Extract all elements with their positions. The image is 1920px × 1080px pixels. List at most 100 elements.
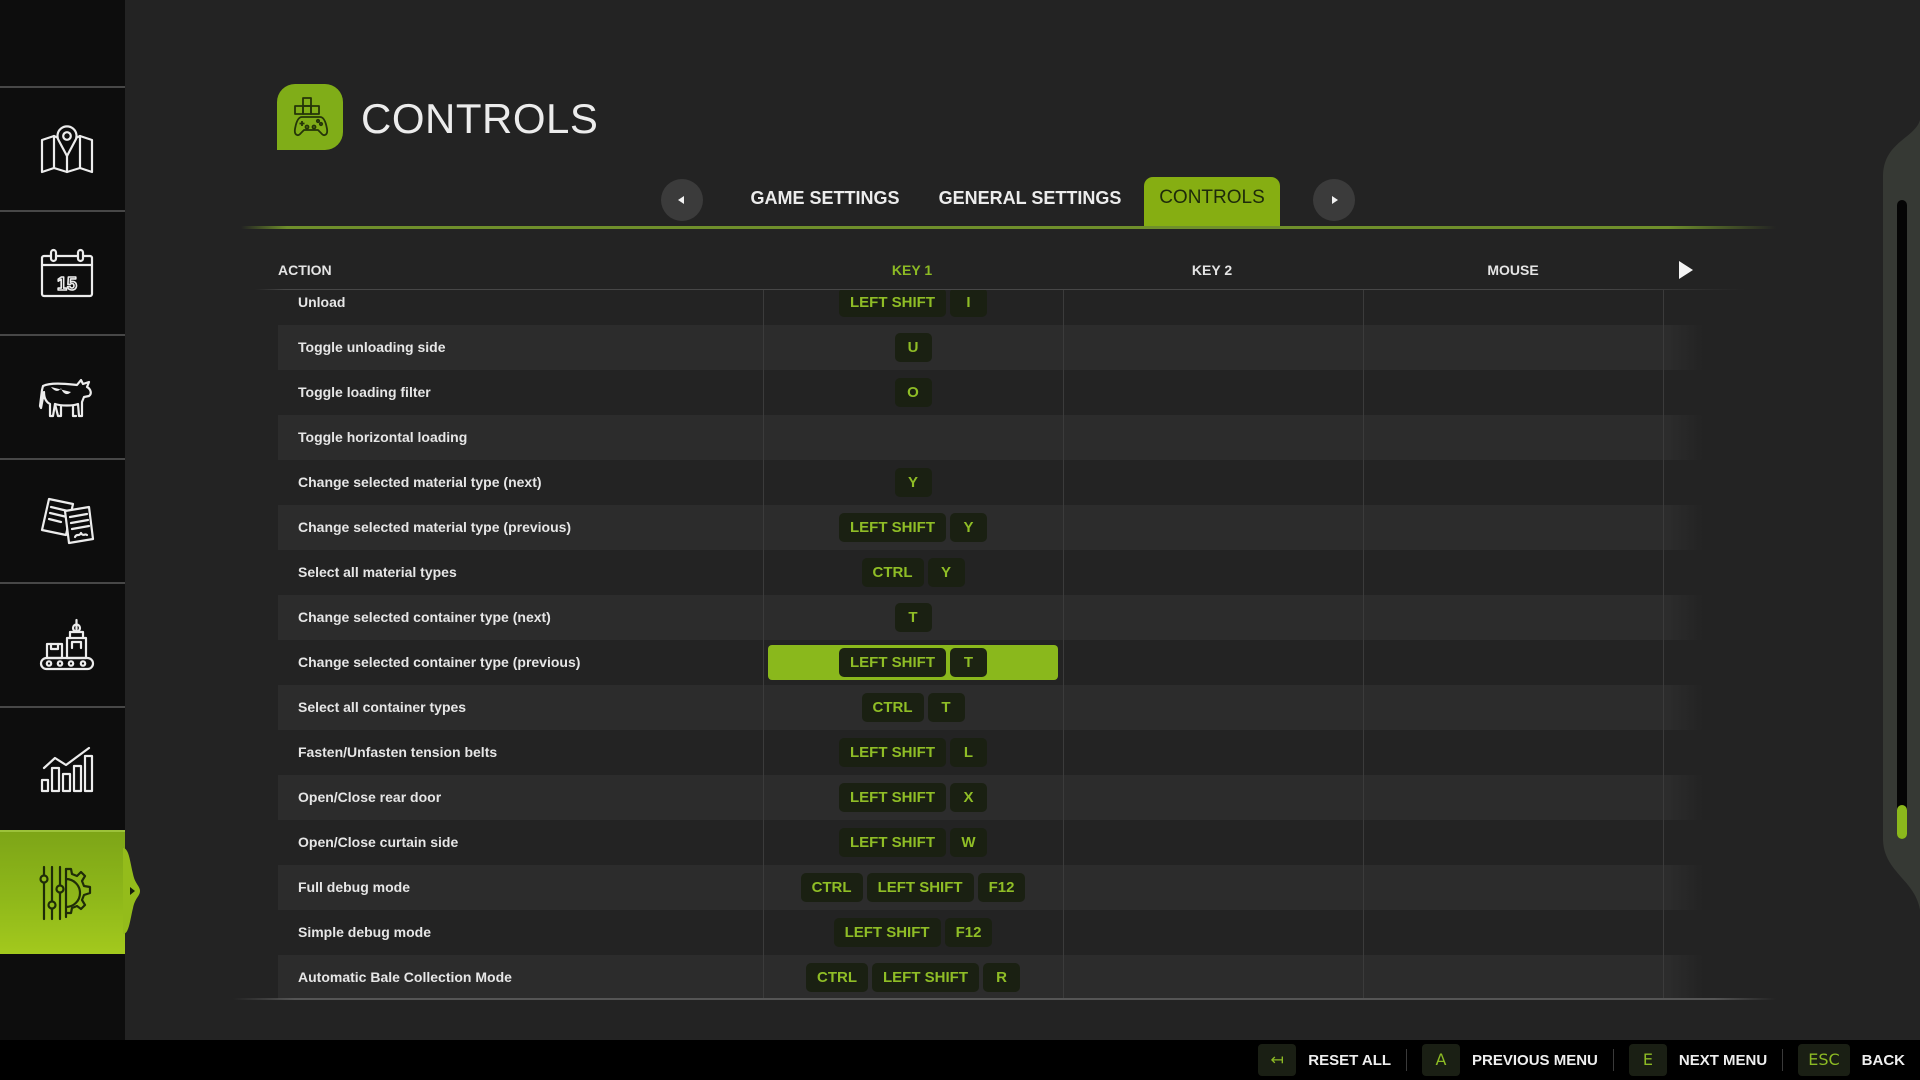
play-icon[interactable] [1679,261,1693,279]
keycap: F12 [944,918,993,947]
key1-binding-cell[interactable]: LEFT SHIFT X [768,780,1058,815]
key1-binding-cell[interactable]: CTRL Y [768,555,1058,590]
mouse-binding-cell[interactable] [1368,555,1658,590]
keycap: U [894,333,932,362]
key1-binding-cell[interactable]: LEFT SHIFT W [768,825,1058,860]
key2-binding-cell[interactable] [1068,780,1358,815]
mouse-binding-cell[interactable] [1368,645,1658,680]
binding-row[interactable]: Toggle horizontal loading [278,415,1703,460]
key2-binding-cell[interactable] [1068,870,1358,905]
next-tab-button[interactable] [1313,179,1355,221]
reset-all-button[interactable]: ↤ RESET ALL [1258,1044,1391,1076]
tab-controls[interactable]: CONTROLS [1144,177,1280,227]
key1-binding-cell[interactable]: CTRL LEFT SHIFT R [768,960,1058,995]
key2-binding-cell[interactable] [1068,960,1358,995]
tab-game-settings[interactable]: GAME SETTINGS [750,177,899,227]
sidebar-item-statistics[interactable] [0,706,125,830]
sidebar-item-contracts[interactable] [0,458,125,582]
mouse-binding-cell[interactable] [1368,960,1658,995]
mouse-binding-cell[interactable] [1368,735,1658,770]
action-label: Toggle loading filter [298,384,431,400]
controls-page-icon [277,84,343,150]
binding-row[interactable]: Simple debug mode LEFT SHIFT F12 [278,910,1703,955]
mouse-binding-cell[interactable] [1368,330,1658,365]
production-icon [39,618,94,671]
binding-row[interactable]: Toggle unloading side U [278,325,1703,370]
key2-binding-cell[interactable] [1068,330,1358,365]
key1-binding-cell[interactable]: LEFT SHIFT T [768,645,1058,680]
mouse-binding-cell[interactable] [1368,600,1658,635]
key2-binding-cell[interactable] [1068,645,1358,680]
key1-binding-cell[interactable]: LEFT SHIFT F12 [768,915,1058,950]
contracts-icon [40,497,94,545]
binding-row[interactable]: Toggle loading filter O [278,370,1703,415]
scrollbar-track[interactable] [1897,200,1907,839]
sidebar-item-calendar[interactable]: 15 [0,210,125,334]
binding-row[interactable]: Unload LEFT SHIFT I [278,290,1703,325]
key2-binding-cell[interactable] [1068,465,1358,500]
key1-binding-cell[interactable]: LEFT SHIFT L [768,735,1058,770]
key2-binding-cell[interactable] [1068,735,1358,770]
key1-binding-cell[interactable]: O [768,375,1058,410]
action-label: Fasten/Unfasten tension belts [298,744,498,760]
mouse-binding-cell[interactable] [1368,465,1658,500]
next-menu-button[interactable]: E NEXT MENU [1628,1044,1767,1076]
mouse-binding-cell[interactable] [1368,915,1658,950]
keycap: CTRL [800,873,863,902]
back-button[interactable]: ESC BACK [1798,1044,1905,1076]
key2-binding-cell[interactable] [1068,290,1358,320]
key1-binding-cell[interactable]: CTRL LEFT SHIFT F12 [768,870,1058,905]
key2-binding-cell[interactable] [1068,915,1358,950]
mouse-binding-cell[interactable] [1368,825,1658,860]
key2-binding-cell[interactable] [1068,600,1358,635]
binding-row[interactable]: Change selected container type (next) T [278,595,1703,640]
binding-row[interactable]: Open/Close curtain side LEFT SHIFT W [278,820,1703,865]
action-label: Change selected material type (previous) [298,519,572,535]
mouse-binding-cell[interactable] [1368,870,1658,905]
keycap: L [950,738,987,767]
action-label: Toggle unloading side [298,339,446,355]
binding-row[interactable]: Change selected material type (next) Y [278,460,1703,505]
mouse-binding-cell[interactable] [1368,690,1658,725]
sidebar-item-settings[interactable] [0,830,125,954]
mouse-binding-cell[interactable] [1368,420,1658,455]
key1-binding-cell[interactable]: Y [768,465,1058,500]
key1-binding-cell[interactable]: CTRL T [768,690,1058,725]
binding-row[interactable]: Automatic Bale Collection Mode CTRL LEFT S… [278,955,1703,999]
keycap: LEFT SHIFT [839,828,946,857]
key2-binding-cell[interactable] [1068,825,1358,860]
key2-binding-cell[interactable] [1068,555,1358,590]
binding-row[interactable]: Change selected container type (previous… [278,640,1703,685]
key2-binding-cell[interactable] [1068,510,1358,545]
keycap: LEFT SHIFT [866,873,974,902]
key2-binding-cell[interactable] [1068,690,1358,725]
mouse-binding-cell[interactable] [1368,510,1658,545]
key1-binding-cell[interactable]: LEFT SHIFT Y [768,510,1058,545]
binding-row[interactable]: Select all material types CTRL Y [278,550,1703,595]
previous-menu-button[interactable]: A PREVIOUS MENU [1422,1044,1598,1076]
previous-tab-button[interactable] [661,179,703,221]
binding-row[interactable]: Fasten/Unfasten tension belts LEFT SHIFT L [278,730,1703,775]
binding-row[interactable]: Open/Close rear door LEFT SHIFT X [278,775,1703,820]
binding-row[interactable]: Select all container types CTRL T [278,685,1703,730]
keycap: LEFT SHIFT [839,513,946,542]
scrollbar-thumb[interactable] [1897,805,1907,839]
mouse-binding-cell[interactable] [1368,290,1658,320]
binding-row[interactable]: Change selected material type (previous)… [278,505,1703,550]
sidebar-item-production[interactable] [0,582,125,706]
key2-binding-cell[interactable] [1068,375,1358,410]
key1-binding-cell[interactable]: LEFT SHIFT I [768,290,1058,320]
key2-binding-cell[interactable] [1068,420,1358,455]
reset-all-label: RESET ALL [1308,1051,1392,1069]
key1-binding-cell[interactable]: U [768,330,1058,365]
key1-binding-cell[interactable]: T [768,600,1058,635]
sidebar-item-map[interactable] [0,86,125,210]
column-divider [1663,290,1664,999]
mouse-binding-cell[interactable] [1368,375,1658,410]
sidebar-item-animals[interactable] [0,334,125,458]
binding-row[interactable]: Full debug mode CTRL LEFT SHIFT F12 [278,865,1703,910]
column-header-key2: KEY 2 [1191,262,1233,278]
mouse-binding-cell[interactable] [1368,780,1658,815]
tab-general-settings[interactable]: GENERAL SETTINGS [939,177,1122,227]
key1-binding-cell[interactable] [768,420,1058,455]
